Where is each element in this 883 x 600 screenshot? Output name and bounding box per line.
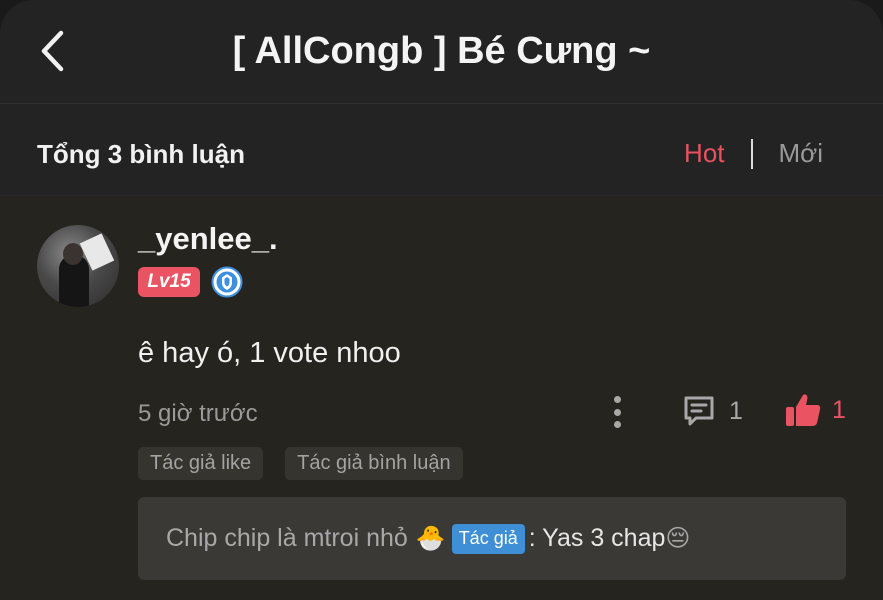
author-badge: Tác giả bbox=[451, 523, 525, 554]
tab-new[interactable]: Mới bbox=[779, 138, 823, 169]
comment-item: _yenlee_. Lv15 ê hay ó, 1 vote nhoo 5 gi… bbox=[0, 197, 883, 600]
avatar[interactable] bbox=[37, 225, 119, 307]
sad-emoji: 😔 bbox=[665, 525, 691, 552]
reply-text: : Yas 3 chap bbox=[528, 524, 666, 552]
more-options-button[interactable] bbox=[606, 394, 628, 430]
comment-total: Tổng 3 bình luận bbox=[37, 139, 245, 169]
reply-preview[interactable]: Chip chip là mtroi nhỏ 🐣 Tác giả : Yas 3… bbox=[138, 497, 846, 580]
reply-button[interactable]: 1 bbox=[681, 393, 743, 429]
user-badges: Lv15 bbox=[138, 266, 243, 298]
username[interactable]: _yenlee_. bbox=[138, 221, 278, 257]
thumbs-up-icon bbox=[786, 394, 821, 426]
comment-time: 5 giờ trước bbox=[138, 400, 258, 427]
top-header: [ AllCongb ] Bé Cưng ~ bbox=[0, 0, 883, 104]
tag-author-comment: Tác giả bình luận bbox=[285, 447, 463, 480]
sort-tabs: Hot Mới bbox=[684, 138, 823, 169]
tab-hot[interactable]: Hot bbox=[684, 138, 724, 169]
chick-emoji: 🐣 bbox=[415, 525, 446, 552]
comment-icon bbox=[684, 396, 714, 426]
comment-text: ê hay ó, 1 vote nhoo bbox=[138, 337, 401, 369]
blue-shield-icon bbox=[211, 266, 243, 298]
page-title: [ AllCongb ] Bé Cưng ~ bbox=[232, 30, 651, 72]
comments-bar: Tổng 3 bình luận Hot Mới bbox=[0, 105, 883, 196]
comment-tags: Tác giả like Tác giả bình luận bbox=[138, 447, 463, 480]
like-button[interactable]: 1 bbox=[784, 392, 846, 428]
chevron-left-icon bbox=[41, 30, 64, 72]
like-count: 1 bbox=[832, 395, 846, 424]
tab-divider bbox=[750, 138, 753, 169]
back-button[interactable] bbox=[30, 26, 74, 76]
app-window: [ AllCongb ] Bé Cưng ~ Tổng 3 bình luận … bbox=[0, 0, 883, 600]
reply-author: Chip chip là mtroi nhỏ bbox=[166, 524, 408, 552]
tag-author-like: Tác giả like bbox=[138, 447, 264, 480]
reply-count: 1 bbox=[729, 396, 743, 425]
level-badge: Lv15 bbox=[138, 267, 200, 297]
